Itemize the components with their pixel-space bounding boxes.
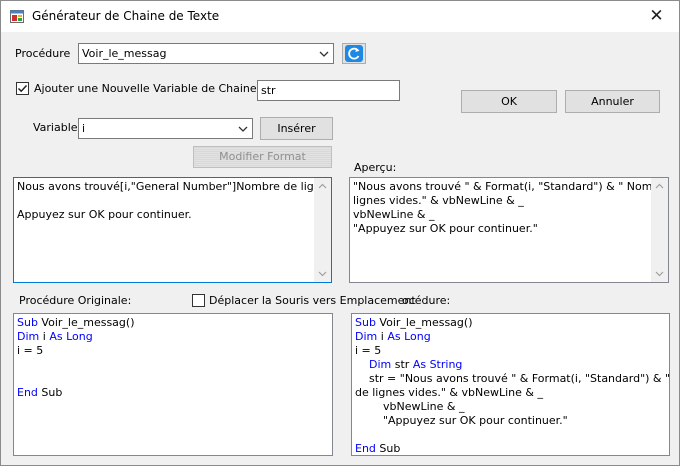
app-icon — [10, 10, 24, 23]
procedure-select-value: Voir_le_messag — [82, 47, 167, 60]
format-editor-textarea[interactable]: Nous avons trouvé[i,"General Number"]Nom… — [13, 177, 332, 283]
ok-button[interactable]: OK — [461, 90, 557, 113]
code-text: i = 5 — [17, 344, 44, 357]
code-line: vbNewLine & _ — [355, 400, 669, 414]
code-keyword: As String — [412, 358, 463, 371]
close-button[interactable]: ✕ — [634, 1, 679, 32]
preview-label: Aperçu: — [354, 161, 397, 174]
title-bar: Générateur de Chaine de Texte ✕ — [1, 1, 679, 32]
preview-line: vbNewLine & _ — [353, 208, 435, 221]
new-variable-input-value: str — [261, 84, 276, 97]
original-procedure-code: Sub Voir_le_messag() Dim i As Long i = 5 E… — [17, 316, 135, 400]
variable-select[interactable]: i — [78, 118, 253, 139]
code-line: Dim i As Long — [355, 330, 669, 344]
code-keyword: Sub — [355, 316, 376, 329]
variable-select-value: i — [82, 122, 86, 135]
scroll-down-icon — [318, 271, 327, 277]
editor-scrollbar[interactable] — [314, 178, 331, 282]
code-text: vbNewLine & _ — [355, 400, 465, 413]
cancel-button[interactable]: Annuler — [565, 90, 660, 113]
procedure-select[interactable]: Voir_le_messag — [78, 43, 334, 64]
chevron-down-icon — [319, 51, 329, 57]
preview-scrollbar[interactable] — [651, 178, 668, 282]
preview-text: "Nous avons trouvé " & Format(i, "Standa… — [353, 180, 669, 236]
code-text: str = "Nous avons trouvé " & Format(i, "… — [368, 372, 670, 385]
code-keyword: As Long — [49, 330, 93, 343]
code-text: Sub — [375, 442, 401, 455]
code-line: Sub Voir_le_messag() — [17, 316, 135, 330]
chevron-down-icon — [238, 126, 248, 132]
scroll-up-icon — [318, 183, 327, 189]
add-variable-label: Ajouter une Nouvelle Variable de Chaine … — [34, 82, 285, 95]
preview-line: "Nous avons trouvé " & Format(i, "Standa… — [353, 180, 669, 193]
code-line: Sub Voir_le_messag() — [355, 316, 669, 330]
preview-textarea[interactable]: "Nous avons trouvé " & Format(i, "Standa… — [349, 177, 669, 283]
move-mouse-label: Déplacer la Souris vers Emplacement — [209, 294, 416, 307]
code-line: de lignes vides." & vbNewLine & _ — [355, 386, 669, 400]
format-editor-text: Nous avons trouvé[i,"General Number"]Nom… — [17, 180, 331, 222]
code-line: Dim str As String — [355, 358, 669, 372]
move-mouse-checkbox[interactable] — [192, 294, 205, 307]
code-text: de lignes vides." & vbNewLine & _ — [355, 386, 543, 399]
code-text: "Appuyez sur OK pour continuer." — [355, 414, 568, 427]
original-procedure-label: Procédure Originale: — [19, 294, 132, 307]
code-line: Dim i As Long — [17, 330, 135, 344]
refresh-icon — [345, 45, 363, 62]
code-text: Sub — [37, 386, 63, 399]
code-keyword: Sub — [17, 316, 38, 329]
insert-button[interactable]: Insérer — [260, 117, 333, 140]
code-keyword: Dim — [369, 358, 392, 371]
code-text: i = 5 — [355, 344, 382, 357]
code-keyword: End — [355, 442, 376, 455]
code-text: i — [377, 330, 388, 343]
check-icon — [17, 84, 28, 93]
new-procedure-textarea[interactable]: Sub Voir_le_messag() Dim i As Long i = 5 D… — [351, 313, 670, 456]
code-text: Voir_le_messag() — [37, 316, 135, 329]
code-line: "Appuyez sur OK pour continuer." — [355, 414, 669, 428]
code-line: End Sub — [355, 442, 669, 455]
modify-format-button[interactable]: Modifier Format — [193, 146, 332, 168]
original-procedure-textarea[interactable]: Sub Voir_le_messag() Dim i As Long i = 5 E… — [13, 313, 333, 456]
scroll-down-icon — [655, 271, 664, 277]
code-text: i — [39, 330, 50, 343]
code-keyword: Dim — [17, 330, 40, 343]
code-line: str = "Nous avons trouvé " & Format(i, "… — [355, 372, 670, 386]
scroll-up-icon — [655, 183, 664, 189]
preview-line: "Appuyez sur OK pour continuer." — [353, 222, 538, 235]
refresh-button[interactable] — [342, 43, 366, 64]
add-variable-checkbox[interactable] — [16, 82, 29, 95]
variable-label: Variable — [33, 121, 78, 134]
window-title: Générateur de Chaine de Texte — [32, 9, 220, 23]
editor-line: Appuyez sur OK pour continuer. — [17, 208, 192, 221]
generator-dialog: Générateur de Chaine de Texte ✕ Procédur… — [0, 0, 680, 466]
code-keyword: End — [17, 386, 38, 399]
code-text: Voir_le_messag() — [375, 316, 473, 329]
code-keyword: Dim — [355, 330, 378, 343]
new-procedure-label: océdure: — [402, 294, 451, 307]
new-procedure-code: Sub Voir_le_messag() Dim i As Long i = 5 D… — [355, 316, 670, 455]
preview-line: lignes vides." & vbNewLine & _ — [353, 194, 524, 207]
code-keyword: As Long — [387, 330, 431, 343]
new-variable-input[interactable]: str — [257, 80, 400, 101]
code-line: End Sub — [17, 386, 135, 400]
close-icon: ✕ — [649, 6, 664, 26]
code-line: i = 5 — [17, 344, 135, 358]
editor-line: Nous avons trouvé[i,"General Number"]Nom… — [17, 180, 331, 193]
code-line: i = 5 — [355, 344, 669, 358]
procedure-label: Procédure — [15, 47, 71, 60]
code-text: str — [391, 358, 413, 371]
